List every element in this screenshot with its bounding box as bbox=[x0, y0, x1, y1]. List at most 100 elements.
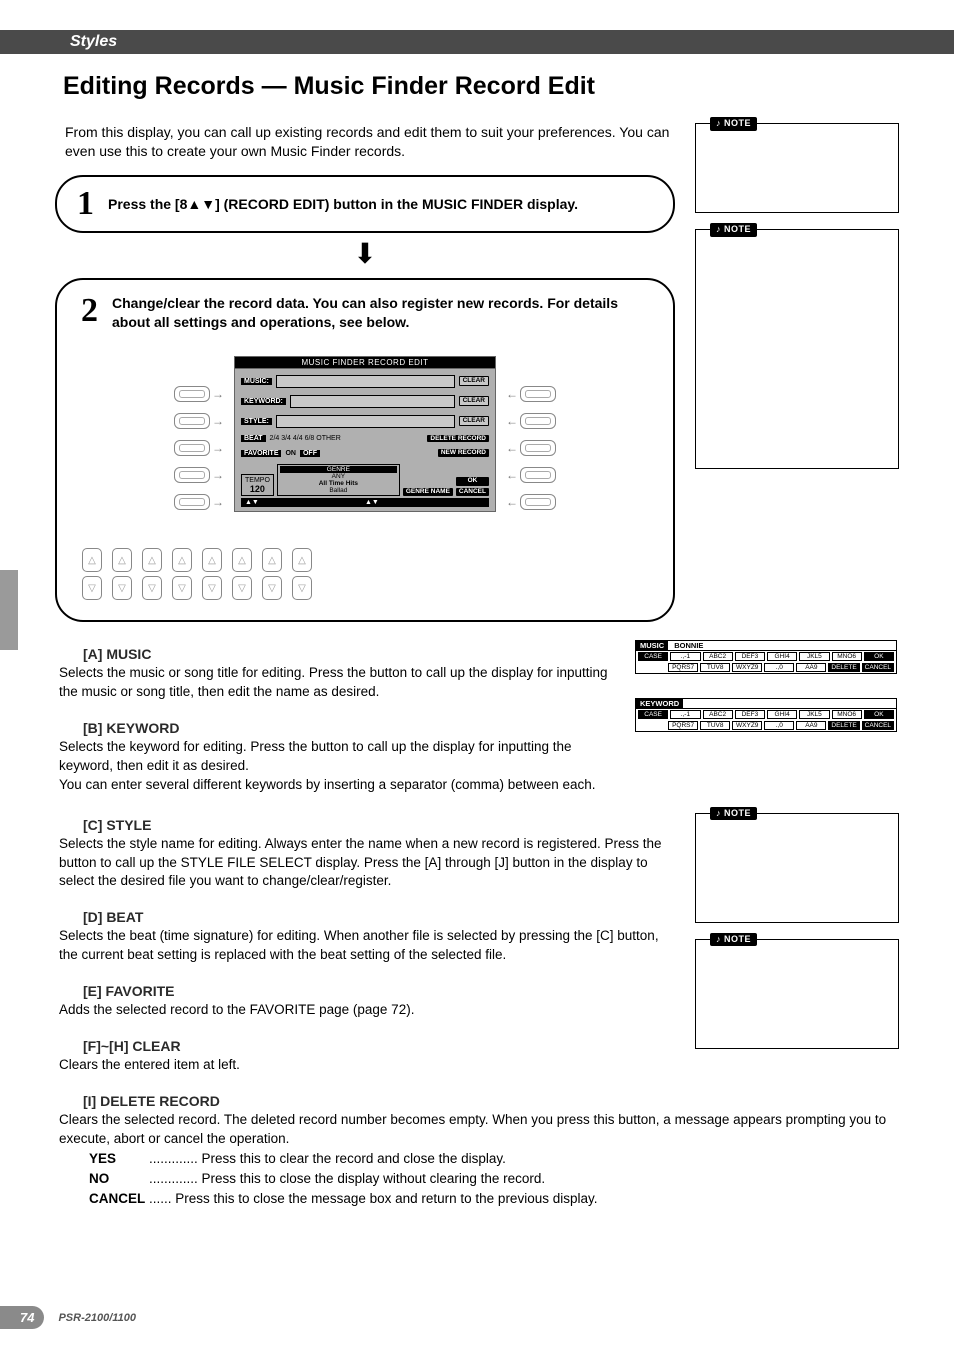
kbd-key[interactable]: DEF3 bbox=[735, 710, 765, 719]
kbd-key[interactable]: .,0 bbox=[764, 721, 794, 730]
kbd-key[interactable]: WXYZ9 bbox=[732, 721, 762, 730]
kbd-ok-key[interactable]: OK bbox=[864, 710, 894, 719]
panel-rocker[interactable]: △▽ bbox=[261, 548, 283, 600]
kbd-key[interactable]: .,-1 bbox=[670, 710, 700, 719]
panel-rocker[interactable]: △▽ bbox=[141, 548, 163, 600]
section-b-text-1: Selects the keyword for editing. Press t… bbox=[59, 738, 615, 776]
model-name: PSR-2100/1100 bbox=[58, 1312, 135, 1324]
kbd-key[interactable]: WXYZ9 bbox=[732, 663, 762, 672]
arrow-down-icon: ⬇ bbox=[55, 237, 675, 270]
lcd-keyword-field bbox=[290, 395, 455, 408]
lcd-genre-name-button[interactable]: GENRE NAME bbox=[403, 488, 453, 496]
kbd-delete-key[interactable]: DELETE bbox=[828, 663, 859, 672]
lcd-cancel-button[interactable]: CANCEL bbox=[456, 488, 489, 497]
side-button[interactable] bbox=[174, 413, 210, 429]
kbd-key[interactable]: ABC2 bbox=[703, 710, 733, 719]
note-label: NOTE bbox=[710, 807, 757, 821]
lcd-title: MUSIC FINDER RECORD EDIT bbox=[235, 357, 495, 369]
side-button[interactable] bbox=[174, 494, 210, 510]
panel-rocker[interactable]: △▽ bbox=[171, 548, 193, 600]
kbd-key[interactable]: MNO6 bbox=[832, 652, 862, 661]
intro-paragraph: From this display, you can call up exist… bbox=[65, 123, 675, 161]
section-e-heading: [E] FAVORITE bbox=[83, 983, 675, 999]
lcd-new-record-button[interactable]: NEW RECORD bbox=[438, 449, 489, 457]
kbd-key[interactable]: ÀÁ9 bbox=[796, 663, 826, 672]
lcd-style-label: STYLE: bbox=[241, 418, 272, 425]
arrow-right-icon: → bbox=[212, 468, 224, 482]
note-box-4: NOTE bbox=[695, 939, 899, 1049]
section-e-text: Adds the selected record to the FAVORITE… bbox=[59, 1001, 675, 1020]
music-input-strip: MUSIC BONNIE CASE .,-1 ABC2 DEF3 GHI4 JK… bbox=[635, 640, 897, 674]
section-c-heading: [C] STYLE bbox=[83, 817, 675, 833]
kbd-key[interactable]: ABC2 bbox=[703, 652, 733, 661]
section-b-heading: [B] KEYWORD bbox=[83, 720, 615, 736]
kbd-ok-key[interactable]: OK bbox=[864, 652, 894, 661]
kbd-key[interactable]: DEF3 bbox=[735, 652, 765, 661]
kbd-key[interactable]: GHI4 bbox=[767, 652, 797, 661]
section-fh-text: Clears the entered item at left. bbox=[59, 1056, 675, 1075]
kbd-cancel-key[interactable]: CANCEL bbox=[862, 721, 894, 730]
lcd-tempo-value: 120 bbox=[245, 484, 270, 494]
page-footer: 74 PSR-2100/1100 bbox=[0, 1306, 136, 1329]
kbd-key[interactable]: PQRS7 bbox=[668, 721, 698, 730]
side-button[interactable] bbox=[174, 467, 210, 483]
side-button[interactable] bbox=[174, 440, 210, 456]
section-i-heading: [I] DELETE RECORD bbox=[83, 1093, 899, 1109]
kbd-delete-key[interactable]: DELETE bbox=[828, 721, 859, 730]
music-strip-value: BONNIE bbox=[670, 641, 703, 650]
panel-rocker[interactable]: △▽ bbox=[111, 548, 133, 600]
lcd-favorite-label: FAVORITE bbox=[241, 450, 281, 457]
step-2-box: 2 Change/clear the record data. You can … bbox=[55, 278, 675, 622]
panel-rocker[interactable]: △▽ bbox=[291, 548, 313, 600]
lcd-screen: MUSIC FINDER RECORD EDIT MUSIC: CLEAR KE… bbox=[234, 356, 496, 513]
kbd-key[interactable]: JKL5 bbox=[799, 710, 829, 719]
side-button[interactable] bbox=[520, 440, 556, 456]
no-label: NO bbox=[89, 1169, 149, 1189]
arrow-left-icon: ← bbox=[506, 414, 518, 428]
kbd-key[interactable]: .,-1 bbox=[670, 652, 700, 661]
side-button[interactable] bbox=[520, 467, 556, 483]
lcd-music-field bbox=[276, 375, 455, 388]
lcd-genre-label: GENRE bbox=[280, 466, 397, 473]
lcd-tempo-box: TEMPO 120 bbox=[241, 474, 274, 496]
lcd-delete-record-button[interactable]: DELETE RECORD bbox=[427, 435, 489, 443]
kbd-key[interactable]: ÀÁ9 bbox=[796, 721, 826, 730]
lcd-clear-button[interactable]: CLEAR bbox=[459, 376, 489, 387]
panel-rocker[interactable]: △▽ bbox=[81, 548, 103, 600]
side-button[interactable] bbox=[520, 386, 556, 402]
yes-text: ............. Press this to clear the re… bbox=[149, 1151, 506, 1166]
panel-rocker[interactable]: △▽ bbox=[231, 548, 253, 600]
lcd-genre-box: GENRE ANY All Time Hits Ballad bbox=[277, 464, 400, 496]
lcd-beat-options: 2/4 3/4 4/4 6/8 OTHER bbox=[270, 435, 424, 442]
lcd-clear-button[interactable]: CLEAR bbox=[459, 416, 489, 427]
kbd-key[interactable]: JKL5 bbox=[799, 652, 829, 661]
side-button[interactable] bbox=[520, 494, 556, 510]
note-label: NOTE bbox=[710, 223, 757, 237]
kbd-key[interactable]: TUV8 bbox=[700, 721, 730, 730]
section-fh-heading: [F]~[H] CLEAR bbox=[83, 1038, 675, 1054]
lcd-clear-button[interactable]: CLEAR bbox=[459, 396, 489, 407]
section-d-text: Selects the beat (time signature) for ed… bbox=[59, 927, 675, 965]
no-text: ............. Press this to close the di… bbox=[149, 1171, 545, 1186]
section-side-tab bbox=[0, 570, 18, 650]
arrow-left-icon: ← bbox=[506, 441, 518, 455]
page-number: 74 bbox=[0, 1306, 44, 1329]
section-i-text: Clears the selected record. The deleted … bbox=[59, 1111, 899, 1149]
step-1-number: 1 bbox=[77, 187, 94, 221]
keyword-input-strip: KEYWORD CASE .,-1 ABC2 DEF3 GHI4 JKL5 MN… bbox=[635, 698, 897, 732]
lcd-ok-button[interactable]: OK bbox=[456, 477, 489, 486]
kbd-cancel-key[interactable]: CANCEL bbox=[862, 663, 894, 672]
kbd-key[interactable]: PQRS7 bbox=[668, 663, 698, 672]
kbd-key[interactable]: MNO6 bbox=[832, 710, 862, 719]
side-button[interactable] bbox=[174, 386, 210, 402]
keyword-strip-title: KEYWORD bbox=[636, 699, 683, 708]
kbd-key[interactable]: TUV8 bbox=[700, 663, 730, 672]
kbd-key[interactable]: GHI4 bbox=[767, 710, 797, 719]
side-button[interactable] bbox=[520, 413, 556, 429]
panel-rocker[interactable]: △▽ bbox=[201, 548, 223, 600]
kbd-case-label: CASE bbox=[638, 652, 668, 661]
kbd-key[interactable]: .,0 bbox=[764, 663, 794, 672]
yes-label: YES bbox=[89, 1149, 149, 1169]
lcd-genre-item: Ballad bbox=[280, 487, 397, 494]
right-side-buttons: ← ← ← ← ← bbox=[504, 386, 556, 510]
